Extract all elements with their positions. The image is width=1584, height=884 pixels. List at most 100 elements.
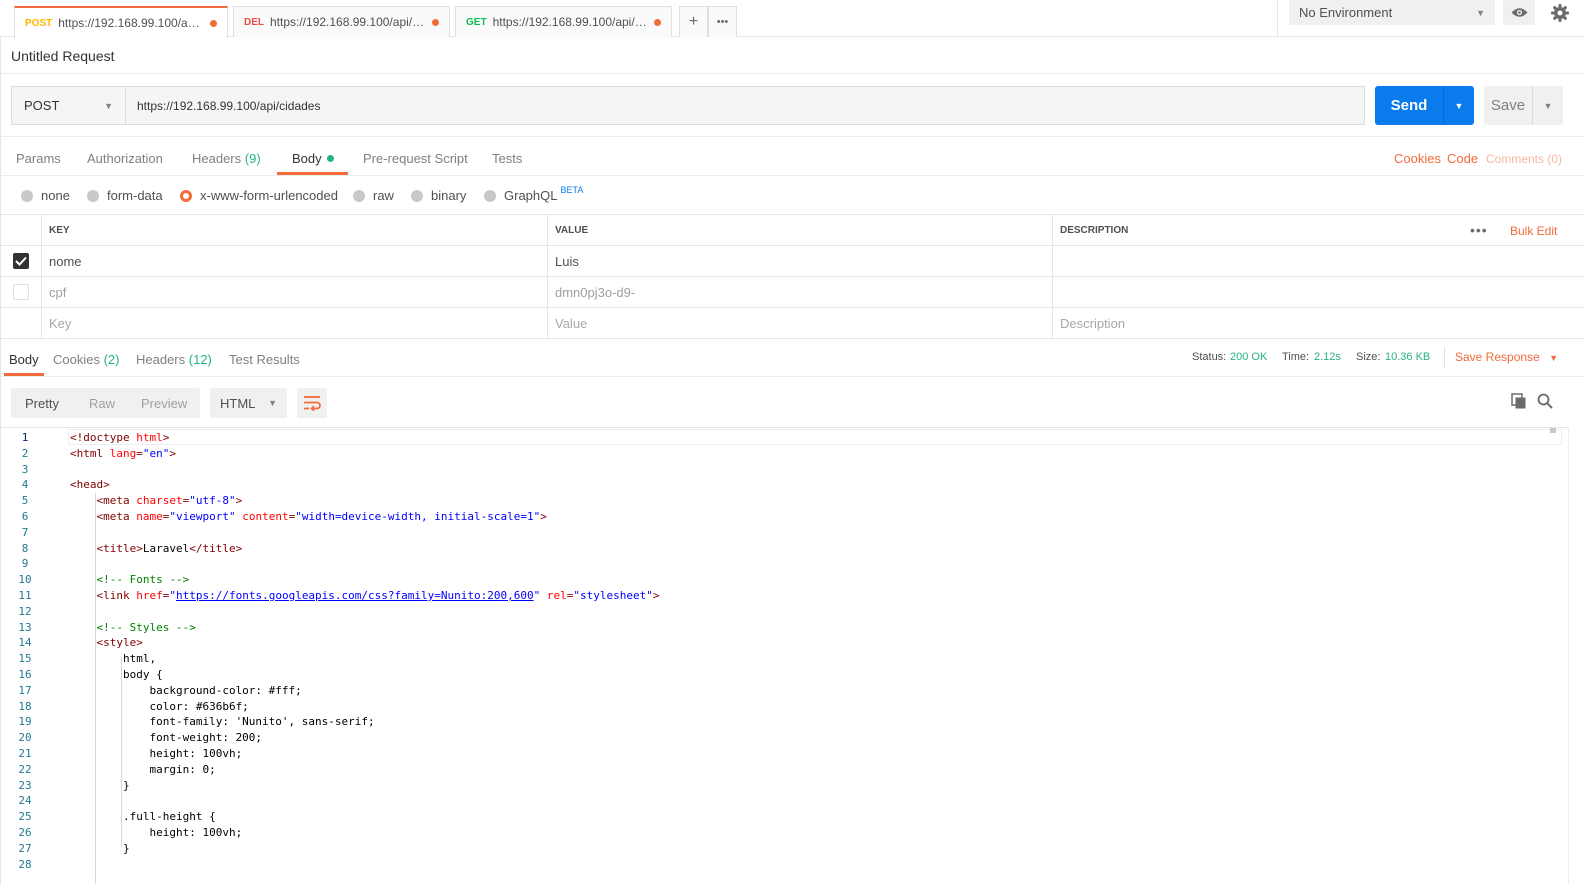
line-number: 25 bbox=[18, 810, 32, 824]
search-button[interactable] bbox=[1537, 393, 1553, 412]
chevron-down-icon[interactable]: ▼ bbox=[1444, 101, 1474, 111]
status-dot-icon bbox=[326, 155, 334, 162]
comments-link[interactable]: Comments (0) bbox=[1486, 152, 1562, 166]
copy-icon bbox=[1511, 393, 1526, 409]
code-token[interactable]: https://fonts.googleapis.com/css?family=… bbox=[176, 589, 534, 602]
method-select[interactable]: POST ▼ bbox=[11, 86, 126, 125]
code-line: <meta name="viewport" content="width=dev… bbox=[70, 509, 547, 525]
environment-select[interactable]: No Environment ▼ bbox=[1289, 0, 1495, 25]
radio-icon bbox=[411, 189, 423, 202]
body-type-raw[interactable]: raw bbox=[353, 188, 394, 203]
request-tab-post[interactable]: POST https://192.168.99.100/api/cid... bbox=[14, 6, 228, 38]
line-number: 4 bbox=[21, 478, 29, 492]
tab-pre-request-script[interactable]: Pre-request Script bbox=[363, 151, 468, 166]
table-options-button[interactable]: ••• bbox=[1470, 222, 1488, 238]
view-raw-button[interactable]: Raw bbox=[89, 396, 115, 411]
response-tab-body[interactable]: Body bbox=[9, 352, 39, 367]
code-token: <title> bbox=[70, 541, 143, 555]
time-value[interactable]: 2.12s bbox=[1314, 351, 1341, 363]
status-value[interactable]: 200 OK bbox=[1230, 351, 1267, 363]
code-token: } bbox=[70, 841, 130, 855]
checkbox-checked[interactable] bbox=[13, 253, 29, 269]
chevron-down-icon[interactable]: ▼ bbox=[1533, 101, 1563, 111]
url-value: https://192.168.99.100/api/cidades bbox=[137, 98, 321, 113]
key-cell[interactable]: cpf bbox=[41, 277, 547, 307]
line-number: 3 bbox=[21, 462, 29, 476]
language-select[interactable]: HTML ▼ bbox=[210, 388, 287, 418]
divider bbox=[0, 73, 1584, 74]
line-number: 20 bbox=[18, 731, 32, 745]
bulk-edit-link[interactable]: Bulk Edit bbox=[1510, 224, 1557, 238]
request-tab-del[interactable]: DEL https://192.168.99.100/api/cida... bbox=[233, 6, 450, 37]
response-tab-headers[interactable]: Headers (12) bbox=[136, 352, 212, 367]
url-input[interactable]: https://192.168.99.100/api/cidades bbox=[125, 86, 1365, 125]
code-token: name bbox=[136, 510, 163, 523]
response-tab-test-results[interactable]: Test Results bbox=[229, 352, 300, 367]
view-pretty-button[interactable]: Pretty bbox=[25, 396, 59, 411]
code-token: "width=device-width, initial-scale=1" bbox=[295, 510, 541, 523]
divider bbox=[0, 175, 1584, 176]
code-token: > bbox=[540, 510, 547, 523]
scrollbar-thumb[interactable] bbox=[1550, 428, 1556, 433]
radio-label: raw bbox=[373, 188, 394, 203]
response-tab-cookies[interactable]: Cookies (2) bbox=[53, 352, 119, 367]
tab-body[interactable]: Body bbox=[292, 151, 334, 166]
code-token: " bbox=[169, 589, 176, 602]
response-code-editor[interactable]: 1 <!doctype html> 2 <html lang="en"> 3 4 <head… bbox=[0, 427, 1568, 884]
tab-options-button[interactable]: ••• bbox=[708, 6, 737, 37]
view-preview-button[interactable]: Preview bbox=[141, 396, 187, 411]
header-check-cell bbox=[1, 215, 41, 245]
description-cell[interactable] bbox=[1052, 246, 1584, 276]
send-button[interactable]: Send ▼ bbox=[1375, 86, 1474, 125]
code-line: <!-- Styles --> bbox=[70, 620, 195, 636]
code-token: > bbox=[169, 446, 176, 460]
request-tab-get[interactable]: GET https://192.168.99.100/api/user... bbox=[455, 6, 672, 37]
tab-authorization[interactable]: Authorization bbox=[87, 151, 163, 166]
divider bbox=[0, 376, 1584, 377]
body-type-binary[interactable]: binary bbox=[411, 188, 466, 203]
key-input[interactable]: Key bbox=[41, 308, 547, 338]
response-headers-count: (12) bbox=[188, 352, 212, 367]
code-token: "stylesheet" bbox=[573, 589, 653, 602]
description-input[interactable]: Description bbox=[1052, 308, 1584, 338]
line-number: 11 bbox=[18, 589, 32, 602]
request-title[interactable]: Untitled Request bbox=[11, 48, 115, 64]
copy-button[interactable] bbox=[1511, 393, 1527, 412]
save-button[interactable]: Save ▼ bbox=[1484, 86, 1563, 125]
description-cell[interactable] bbox=[1052, 277, 1584, 307]
code-line: background-color: #fff; bbox=[70, 683, 301, 699]
body-type-form-data[interactable]: form-data bbox=[87, 188, 163, 203]
body-type-none[interactable]: none bbox=[21, 188, 70, 203]
line-number: 12 bbox=[18, 604, 32, 618]
key-cell[interactable]: nome bbox=[41, 246, 547, 276]
wrap-lines-button[interactable] bbox=[297, 388, 327, 418]
response-tab-cookies-label: Cookies bbox=[53, 352, 100, 367]
table-row: nome Luis bbox=[1, 246, 1584, 277]
body-type-urlencoded[interactable]: x-www-form-urlencoded bbox=[180, 188, 338, 203]
row-check-cell bbox=[1, 308, 41, 338]
tab-headers[interactable]: Headers (9) bbox=[192, 151, 261, 166]
scrollbar[interactable] bbox=[1568, 427, 1584, 884]
save-response-button[interactable]: Save Response ▼ bbox=[1455, 350, 1558, 364]
code-link[interactable]: Code bbox=[1447, 151, 1478, 166]
value-cell[interactable]: dmn0pj3o-d9- bbox=[547, 277, 1052, 307]
code-line: <style> bbox=[70, 635, 142, 651]
checkbox-unchecked[interactable] bbox=[13, 284, 29, 300]
tab-tests[interactable]: Tests bbox=[492, 151, 522, 166]
params-table: KEY VALUE DESCRIPTION nome Luis cpf dmn0… bbox=[1, 214, 1584, 339]
save-label: Save bbox=[1490, 97, 1526, 114]
tab-params[interactable]: Params bbox=[16, 151, 61, 166]
value-cell[interactable]: Luis bbox=[547, 246, 1052, 276]
body-type-graphql[interactable]: GraphQL BETA bbox=[484, 185, 583, 203]
size-value[interactable]: 10.36 KB bbox=[1385, 351, 1430, 363]
search-icon bbox=[1537, 393, 1553, 409]
code-token: > bbox=[652, 589, 660, 602]
code-token: <head> bbox=[70, 478, 110, 492]
settings-button[interactable] bbox=[1546, 0, 1574, 25]
cookies-link[interactable]: Cookies bbox=[1394, 151, 1441, 166]
value-input[interactable]: Value bbox=[547, 308, 1052, 338]
environment-quick-look-button[interactable] bbox=[1503, 0, 1535, 25]
code-token: .full-height { bbox=[70, 810, 216, 824]
new-tab-button[interactable]: + bbox=[679, 6, 708, 37]
